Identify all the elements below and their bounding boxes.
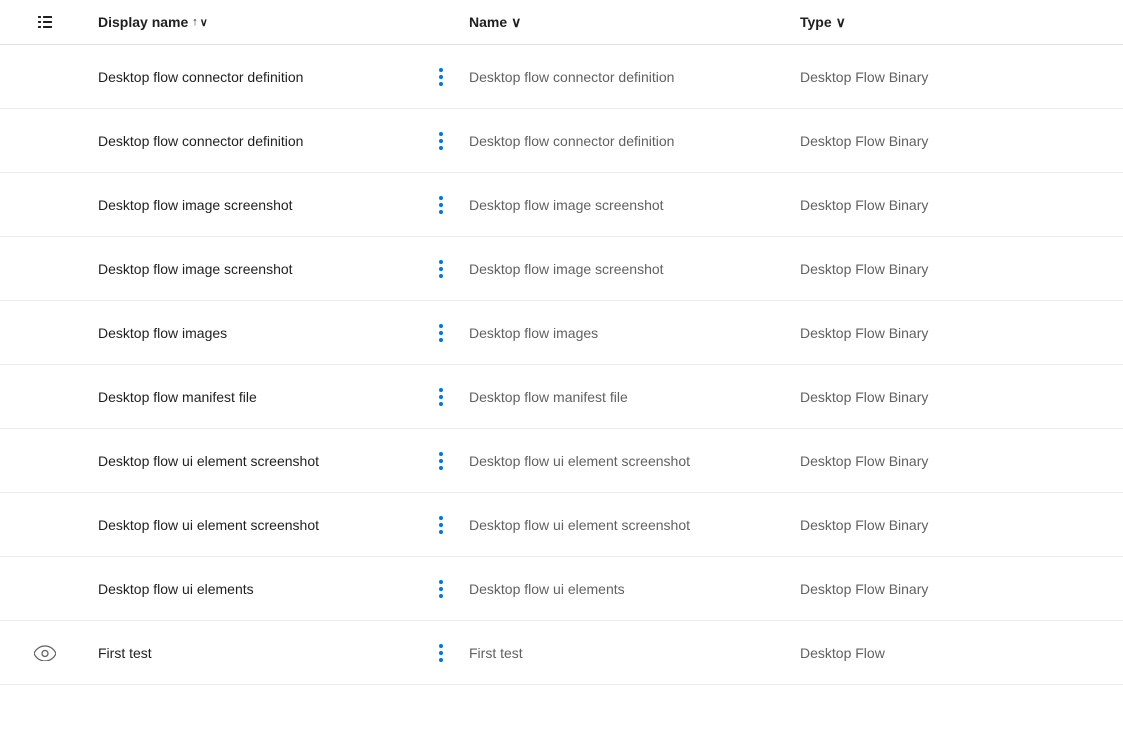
- name-sort-icon: ∨: [511, 14, 521, 31]
- name-column-header[interactable]: Name ∨: [461, 14, 792, 31]
- table-header: Display name ↑ ∨ Name ∨ Type ∨: [0, 0, 1123, 45]
- row-display-name: Desktop flow manifest file: [90, 389, 421, 405]
- row-name: Desktop flow connector definition: [461, 69, 792, 85]
- eye-icon: [34, 645, 56, 661]
- table-body: Desktop flow connector definition Deskto…: [0, 45, 1123, 685]
- display-name-label: Display name: [98, 14, 188, 30]
- table-row: Desktop flow image screenshot Desktop fl…: [0, 237, 1123, 301]
- row-name: Desktop flow images: [461, 325, 792, 341]
- table-row: Desktop flow images Desktop flow imagesD…: [0, 301, 1123, 365]
- dots-menu-icon[interactable]: [431, 512, 451, 538]
- row-name: Desktop flow image screenshot: [461, 261, 792, 277]
- row-name: Desktop flow ui element screenshot: [461, 453, 792, 469]
- row-display-name: Desktop flow ui elements: [90, 581, 421, 597]
- row-icon-cell: [0, 645, 90, 661]
- row-display-name: Desktop flow connector definition: [90, 133, 421, 149]
- row-type: Desktop Flow Binary: [792, 325, 1123, 341]
- table-row: Desktop flow ui element screenshot Deskt…: [0, 429, 1123, 493]
- table-row: Desktop flow ui element screenshot Deskt…: [0, 493, 1123, 557]
- row-display-name: First test: [90, 645, 421, 661]
- row-name: First test: [461, 645, 792, 661]
- row-type: Desktop Flow Binary: [792, 261, 1123, 277]
- row-type: Desktop Flow Binary: [792, 133, 1123, 149]
- name-sort-down: ∨: [511, 14, 521, 31]
- row-context-menu-button[interactable]: [421, 128, 461, 154]
- row-display-name: Desktop flow image screenshot: [90, 261, 421, 277]
- row-name: Desktop flow ui elements: [461, 581, 792, 597]
- sort-down-icon: ∨: [200, 16, 208, 29]
- row-context-menu-button[interactable]: [421, 320, 461, 346]
- row-context-menu-button[interactable]: [421, 576, 461, 602]
- type-column-header[interactable]: Type ∨: [792, 14, 1123, 31]
- row-name: Desktop flow manifest file: [461, 389, 792, 405]
- list-icon: [35, 12, 55, 32]
- sort-icons: ↑ ∨: [192, 16, 208, 29]
- table-row: Desktop flow manifest file Desktop flow …: [0, 365, 1123, 429]
- row-type: Desktop Flow Binary: [792, 69, 1123, 85]
- table-row: Desktop flow image screenshot Desktop fl…: [0, 173, 1123, 237]
- row-context-menu-button[interactable]: [421, 256, 461, 282]
- row-type: Desktop Flow Binary: [792, 389, 1123, 405]
- table-row: First test First testDesktop Flow: [0, 621, 1123, 685]
- row-context-menu-button[interactable]: [421, 512, 461, 538]
- row-context-menu-button[interactable]: [421, 384, 461, 410]
- name-label: Name: [469, 14, 507, 30]
- row-type: Desktop Flow Binary: [792, 517, 1123, 533]
- row-name: Desktop flow ui element screenshot: [461, 517, 792, 533]
- type-sort-down: ∨: [836, 14, 846, 31]
- table-row: Desktop flow ui elements Desktop flow ui…: [0, 557, 1123, 621]
- sort-up-icon: ↑: [192, 16, 198, 28]
- dots-menu-icon[interactable]: [431, 576, 451, 602]
- row-context-menu-button[interactable]: [421, 64, 461, 90]
- row-name: Desktop flow image screenshot: [461, 197, 792, 213]
- row-type: Desktop Flow Binary: [792, 453, 1123, 469]
- row-type: Desktop Flow Binary: [792, 197, 1123, 213]
- table-row: Desktop flow connector definition Deskto…: [0, 109, 1123, 173]
- table-container: Display name ↑ ∨ Name ∨ Type ∨ Desktop f…: [0, 0, 1123, 739]
- dots-menu-icon[interactable]: [431, 128, 451, 154]
- dots-menu-icon[interactable]: [431, 320, 451, 346]
- dots-menu-icon[interactable]: [431, 256, 451, 282]
- row-display-name: Desktop flow ui element screenshot: [90, 517, 421, 533]
- row-type: Desktop Flow Binary: [792, 581, 1123, 597]
- dots-menu-icon[interactable]: [431, 64, 451, 90]
- row-display-name: Desktop flow ui element screenshot: [90, 453, 421, 469]
- dots-menu-icon[interactable]: [431, 448, 451, 474]
- row-context-menu-button[interactable]: [421, 640, 461, 666]
- row-name: Desktop flow connector definition: [461, 133, 792, 149]
- display-name-column-header[interactable]: Display name ↑ ∨: [90, 14, 421, 30]
- table-row: Desktop flow connector definition Deskto…: [0, 45, 1123, 109]
- row-display-name: Desktop flow connector definition: [90, 69, 421, 85]
- type-label: Type: [800, 14, 832, 30]
- row-context-menu-button[interactable]: [421, 448, 461, 474]
- row-display-name: Desktop flow images: [90, 325, 421, 341]
- row-context-menu-button[interactable]: [421, 192, 461, 218]
- row-type: Desktop Flow: [792, 645, 1123, 661]
- row-display-name: Desktop flow image screenshot: [90, 197, 421, 213]
- dots-menu-icon[interactable]: [431, 640, 451, 666]
- column-icon-header: [0, 12, 90, 32]
- dots-menu-icon[interactable]: [431, 192, 451, 218]
- dots-menu-icon[interactable]: [431, 384, 451, 410]
- type-sort-icon: ∨: [836, 14, 846, 31]
